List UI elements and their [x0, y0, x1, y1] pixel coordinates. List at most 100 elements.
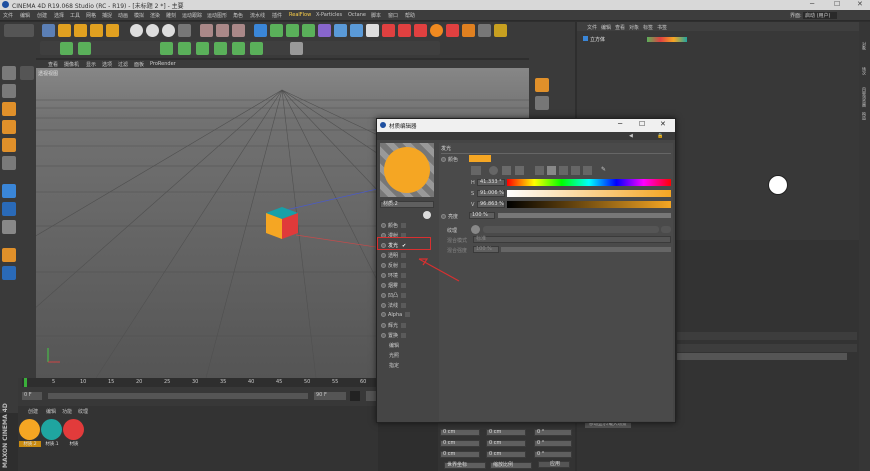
channel-color[interactable]: 颜色 — [381, 222, 407, 229]
saturation-field[interactable]: 91.006 % — [477, 190, 505, 197]
coord-sy-field[interactable]: 0 cm — [486, 440, 526, 447]
cube-icon[interactable] — [254, 24, 267, 37]
dialog-minimize-button[interactable]: ─ — [618, 120, 622, 128]
scene-icon[interactable] — [334, 24, 347, 37]
scale-icon[interactable] — [74, 24, 87, 37]
tool-strip-icon[interactable] — [535, 78, 549, 92]
material-swatch-2[interactable] — [41, 419, 62, 440]
viewport-menu-panel[interactable]: 面板 — [134, 61, 144, 68]
minimize-button[interactable]: ─ — [810, 0, 814, 8]
octane-render-icon[interactable] — [446, 24, 459, 37]
record-button[interactable] — [366, 391, 376, 401]
hsv-mode-icon[interactable] — [547, 166, 556, 175]
om-menu-file[interactable]: 文件 — [587, 24, 597, 31]
channel-fog[interactable]: 烟雾 — [381, 282, 407, 289]
brightness-field[interactable]: 100 % — [469, 212, 495, 219]
menu-file[interactable]: 文件 — [3, 12, 13, 19]
viewport-menu-options[interactable]: 选项 — [102, 61, 112, 68]
mix-mode-select[interactable]: 标准 — [473, 236, 671, 243]
bevel-tool-icon[interactable] — [160, 42, 173, 55]
om-menu-bookmark[interactable]: 书签 — [657, 24, 667, 31]
dialog-close-button[interactable]: ✕ — [660, 120, 666, 128]
menu-edit[interactable]: 编辑 — [20, 12, 30, 19]
value-field[interactable]: 96.863 % — [477, 201, 505, 208]
y-axis-icon[interactable] — [146, 24, 159, 37]
workplane-icon[interactable] — [2, 184, 16, 198]
spectrum-icon[interactable] — [502, 166, 511, 175]
channel-reflectance[interactable]: 反射 — [381, 262, 407, 269]
mixer-mode-icon[interactable] — [571, 166, 580, 175]
live-select-icon[interactable] — [42, 24, 55, 37]
model-mode-icon[interactable] — [2, 66, 16, 80]
octane-settings-icon[interactable] — [462, 24, 475, 37]
point-mode-icon[interactable] — [2, 102, 16, 116]
polygon-tool-icon[interactable] — [60, 42, 73, 55]
edge-mode-icon[interactable] — [2, 120, 16, 134]
menu-pipeline[interactable]: 流水线 — [250, 12, 265, 19]
color-wheel-icon[interactable] — [489, 166, 498, 175]
menu-sculpt[interactable]: 雕刻 — [166, 12, 176, 19]
menu-simulate[interactable]: 模拟 — [134, 12, 144, 19]
coord-b-field[interactable]: 0 ° — [534, 451, 572, 458]
playhead[interactable] — [24, 378, 27, 387]
realflow-icon[interactable] — [382, 24, 395, 37]
viewport-menu-prorender[interactable]: ProRender — [150, 61, 176, 67]
mm-menu-function[interactable]: 功能 — [62, 408, 72, 415]
menu-snap[interactable]: 捕捉 — [102, 12, 112, 19]
image-picker-icon[interactable] — [515, 166, 524, 175]
frame-range-slider[interactable] — [48, 393, 308, 399]
end-frame-field[interactable]: 90 F — [314, 392, 346, 400]
mix-strength-field[interactable]: 100 % — [473, 246, 499, 253]
coord-sx-field[interactable]: 0 cm — [486, 429, 526, 436]
menu-octane[interactable]: Octane — [348, 12, 366, 18]
color-swatch[interactable] — [469, 155, 491, 162]
weld-tool-icon[interactable] — [232, 42, 245, 55]
texture-slot[interactable] — [483, 226, 659, 233]
menu-help[interactable]: 帮助 — [405, 12, 415, 19]
channel-assignment[interactable]: 指定 — [389, 362, 399, 369]
coord-z-field[interactable]: 0 cm — [440, 451, 480, 458]
tool-strip-icon-2[interactable] — [535, 96, 549, 110]
swatches-icon[interactable] — [583, 166, 592, 175]
viewport-menu-view[interactable]: 查看 — [48, 61, 58, 68]
lock-icon[interactable]: 🔒 — [657, 133, 663, 139]
color-picker-wheel-icon[interactable] — [471, 166, 481, 175]
channel-alpha[interactable]: Alpha — [381, 312, 411, 318]
undo-button[interactable] — [4, 24, 34, 37]
viewport-menu-filter[interactable]: 过滤 — [118, 61, 128, 68]
attribute-field[interactable] — [677, 353, 847, 360]
menu-plugins[interactable]: 插件 — [272, 12, 282, 19]
menu-realflow[interactable]: RealFlow — [289, 12, 311, 18]
back-arrow-icon[interactable]: ◀ — [629, 133, 633, 139]
xparticles-icon[interactable] — [398, 24, 411, 37]
menu-create[interactable]: 创建 — [37, 12, 47, 19]
mm-menu-create[interactable]: 创建 — [28, 408, 38, 415]
material-options-icon[interactable] — [423, 211, 431, 219]
snap-icon[interactable] — [2, 202, 16, 216]
deformer-icon[interactable] — [318, 24, 331, 37]
menu-render[interactable]: 渲染 — [150, 12, 160, 19]
coord-y-field[interactable]: 0 cm — [440, 440, 480, 447]
right-tab-takes[interactable]: 场次 — [861, 67, 867, 75]
menu-mesh[interactable]: 网格 — [86, 12, 96, 19]
plus-icon[interactable] — [106, 24, 119, 37]
rotate-icon[interactable] — [90, 24, 103, 37]
menu-script[interactable]: 脚本 — [371, 12, 381, 19]
start-frame-field[interactable]: 0 F — [22, 392, 42, 400]
axis-mode-icon[interactable] — [2, 156, 16, 170]
right-tab-structure[interactable]: 构造 — [861, 112, 867, 120]
render-picture-icon[interactable] — [216, 24, 229, 37]
hue-field[interactable]: 41.333 ° — [477, 179, 505, 186]
knife-tool-icon[interactable] — [78, 42, 91, 55]
subdivision-icon[interactable] — [286, 24, 299, 37]
channel-bump[interactable]: 凹凸 — [381, 292, 407, 299]
x-axis-icon[interactable] — [130, 24, 143, 37]
channel-editor[interactable]: 编辑 — [389, 342, 399, 349]
menu-motion-tracking[interactable]: 运动跟踪 — [182, 12, 202, 19]
octane-s-icon[interactable] — [430, 24, 443, 37]
maximize-button[interactable]: ☐ — [834, 0, 840, 8]
rgb-mode-icon[interactable] — [535, 166, 544, 175]
channel-displacement[interactable]: 置换 — [381, 332, 407, 339]
menu-xparticles[interactable]: X-Particles — [316, 12, 342, 18]
coord-sz-field[interactable]: 0 cm — [486, 451, 526, 458]
